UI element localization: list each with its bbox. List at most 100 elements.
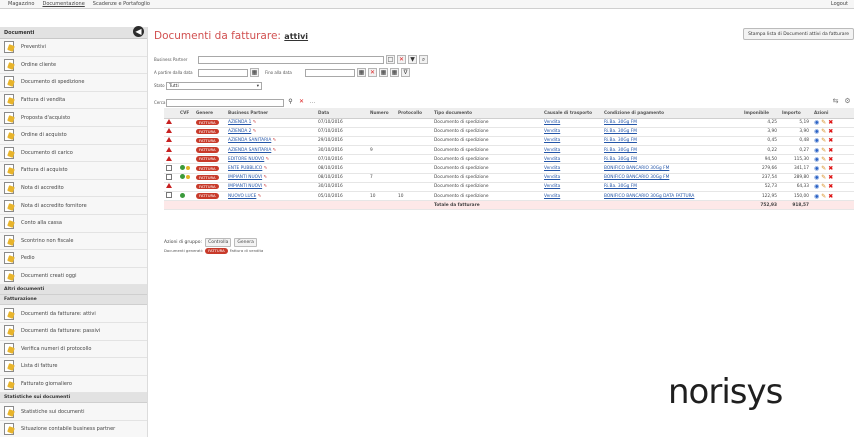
delete-icon[interactable]: ✖ <box>828 165 833 172</box>
transport-link[interactable]: Vendita <box>544 120 560 125</box>
grid-icon[interactable]: ▦ <box>390 68 399 77</box>
delete-icon[interactable]: ✖ <box>828 193 833 200</box>
sidebar-item-1[interactable]: Ordine cliente <box>0 56 147 75</box>
partner-link[interactable]: EDITORE NUOVO <box>228 157 264 162</box>
view-icon[interactable]: ◉ <box>814 165 819 172</box>
column-header[interactable]: Genere <box>194 108 226 119</box>
column-header[interactable]: Causale di trasporto <box>542 108 602 119</box>
column-header[interactable]: Tipo documento <box>432 108 542 119</box>
edit-icon[interactable]: ✎ <box>821 119 826 126</box>
sidebar-item-8[interactable]: Nota di accredito <box>0 179 147 198</box>
calendar-icon[interactable]: ▦ <box>250 68 259 77</box>
date-to-input[interactable] <box>305 68 355 77</box>
payment-link[interactable]: BONIFICO BANCARIO 30Gg FM <box>604 166 669 171</box>
transport-link[interactable]: Vendita <box>544 166 560 171</box>
edit-pencil-icon[interactable]: ✎ <box>273 148 277 153</box>
transport-link[interactable]: Vendita <box>544 138 560 143</box>
sidebar-invoicing-item-0[interactable]: Documenti da fatturare: attivi <box>0 305 147 323</box>
payment-link[interactable]: Ri.Ba. 30Gg FM <box>604 148 637 153</box>
search-input[interactable] <box>166 98 284 107</box>
check-button[interactable]: Controlla <box>205 238 232 247</box>
view-icon[interactable]: ◉ <box>814 137 819 144</box>
edit-pencil-icon[interactable]: ✎ <box>264 175 268 180</box>
transport-link[interactable]: Vendita <box>544 184 560 189</box>
sidebar-item-5[interactable]: Ordine di acquisto <box>0 126 147 145</box>
view-icon[interactable]: ◉ <box>814 174 819 181</box>
state-select[interactable]: Tutti ▾ <box>166 81 262 90</box>
delete-icon[interactable]: ✖ <box>828 147 833 154</box>
view-icon[interactable]: ◉ <box>814 119 819 126</box>
search-icon[interactable]: ⌕ <box>419 55 428 64</box>
view-icon[interactable]: ◉ <box>814 147 819 154</box>
table-row[interactable]: FATTURA NUOVO LUCE ✎ 05/10/2016 10 10 Documen… <box>164 191 854 202</box>
table-row[interactable]: FATTURA AZIENDA 1 ✎ 07/10/2016 Documento di… <box>164 118 854 128</box>
sidebar-item-6[interactable]: Documento di carico <box>0 144 147 163</box>
filter-icon[interactable]: ∇ <box>401 68 410 77</box>
payment-link[interactable]: Ri.Ba. 30Gg FM <box>604 129 637 134</box>
edit-icon[interactable]: ✎ <box>821 137 826 144</box>
column-header[interactable]: Imponibile <box>742 108 780 119</box>
edit-pencil-icon[interactable]: ✎ <box>266 157 270 162</box>
edit-icon[interactable]: ✎ <box>821 183 826 190</box>
transport-link[interactable]: Vendita <box>544 129 560 134</box>
export-icon[interactable]: ⇆ <box>831 97 840 106</box>
delete-icon[interactable]: ✖ <box>828 183 833 190</box>
sidebar-item-10[interactable]: Conto alla cassa <box>0 214 147 233</box>
partner-link[interactable]: IMPIANTI NUOVI <box>228 184 262 189</box>
date-from-input[interactable] <box>198 68 248 77</box>
transport-link[interactable]: Vendita <box>544 194 560 199</box>
edit-icon[interactable]: ✎ <box>821 147 826 154</box>
collapse-sidebar-icon[interactable]: ◀ <box>133 26 144 37</box>
sidebar-invoicing-item-3[interactable]: Lista di fatture <box>0 358 147 376</box>
edit-icon[interactable]: ✎ <box>821 174 826 181</box>
table-row[interactable]: FATTURA ENTE PUBBLICO ✎ 08/10/2016 Document… <box>164 163 854 174</box>
edit-pencil-icon[interactable]: ✎ <box>264 184 268 189</box>
menu-documentazione[interactable]: Documentazione <box>42 0 84 9</box>
sidebar-stats-item-0[interactable]: Statistiche sui documenti <box>0 403 147 421</box>
delete-icon[interactable]: ✖ <box>828 119 833 126</box>
view-icon[interactable]: ◉ <box>814 193 819 200</box>
table-row[interactable]: FATTURA AZIENDA SANITARIA ✎ 30/10/2016 9 Doc… <box>164 145 854 156</box>
delete-icon[interactable]: ✖ <box>828 156 833 163</box>
view-icon[interactable]: ◉ <box>814 183 819 190</box>
edit-pencil-icon[interactable]: ✎ <box>264 166 268 171</box>
sidebar-invoicing-item-4[interactable]: Fatturato giornaliero <box>0 375 147 394</box>
sidebar-item-12[interactable]: Pedio <box>0 250 147 268</box>
edit-pencil-icon[interactable]: ✎ <box>258 194 262 199</box>
column-header[interactable]: Numero <box>368 108 396 119</box>
menu-scadenze[interactable]: Scadenze e Portafoglio <box>93 0 150 9</box>
transport-link[interactable]: Vendita <box>544 157 560 162</box>
column-header[interactable]: Business Partner <box>226 108 316 119</box>
partner-link[interactable]: AZIENDA 2 <box>228 129 251 134</box>
transport-link[interactable]: Vendita <box>544 148 560 153</box>
payment-link[interactable]: Ri.Ba. 30Gg FM <box>604 157 637 162</box>
column-header[interactable]: Protocollo <box>396 108 432 119</box>
partner-link[interactable]: IMPIANTI NUOVI <box>228 175 262 180</box>
sidebar-item-2[interactable]: Documento di spedizione <box>0 74 147 92</box>
column-header[interactable]: Data <box>316 108 368 119</box>
column-header[interactable]: Importo <box>780 108 812 119</box>
row-checkbox[interactable] <box>166 192 172 199</box>
partner-link[interactable]: AZIENDA SANITARIA <box>228 148 271 153</box>
table-row[interactable]: FATTURA IMPIANTI NUOVI ✎ 08/10/2016 7 Docume… <box>164 173 854 183</box>
table-row[interactable]: FATTURA AZIENDA 2 ✎ 07/10/2016 Documento di… <box>164 127 854 137</box>
settings-icon[interactable]: ⚙ <box>843 97 852 106</box>
sidebar-item-7[interactable]: Fattura di acquisto <box>0 162 147 180</box>
partner-link[interactable]: AZIENDA SANITARIA <box>228 138 271 143</box>
edit-icon[interactable]: ✎ <box>821 193 826 200</box>
edit-icon[interactable]: ✎ <box>821 128 826 135</box>
clear-icon[interactable]: ✕ <box>297 98 306 107</box>
table-row[interactable]: FATTURA IMPIANTI NUOVI ✎ 30/10/2016 Documen… <box>164 182 854 193</box>
column-header[interactable]: CVF <box>178 108 194 119</box>
logout-link[interactable]: Logout <box>831 0 848 9</box>
clear-icon[interactable]: ✕ <box>397 55 406 64</box>
partner-link[interactable]: ENTE PUBBLICO <box>228 166 262 171</box>
view-icon[interactable]: ◉ <box>814 128 819 135</box>
payment-link[interactable]: BONIFICO BANCARIO 30Gg FM <box>604 175 669 180</box>
payment-link[interactable]: BONIFICO BANCARIO 30Gg DATA FATTURA <box>604 194 694 199</box>
sidebar-item-3[interactable]: Fattura di vendita <box>0 91 147 110</box>
print-list-button[interactable]: Stampa lista di Documenti attivi da fatt… <box>743 28 854 40</box>
filter-icon[interactable]: ▼ <box>408 55 417 64</box>
edit-icon[interactable]: ✎ <box>821 165 826 172</box>
generate-button[interactable]: Genera <box>234 238 257 247</box>
